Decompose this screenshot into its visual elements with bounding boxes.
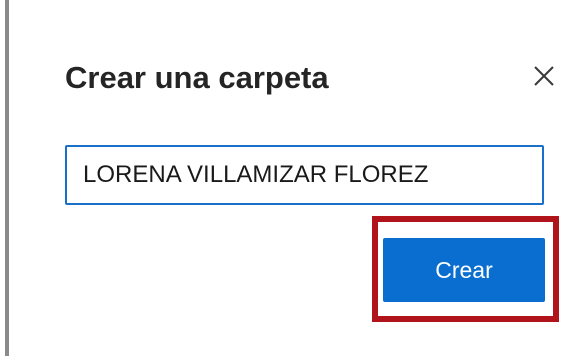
close-button[interactable] <box>528 60 560 92</box>
folder-name-input[interactable] <box>65 145 544 205</box>
dialog-title: Crear una carpeta <box>65 60 329 95</box>
create-folder-dialog: Crear una carpeta Crear <box>9 0 584 356</box>
close-icon <box>534 66 554 86</box>
window-edge <box>0 0 9 356</box>
create-button[interactable]: Crear <box>383 238 545 302</box>
screen: Crear una carpeta Crear <box>0 0 584 356</box>
